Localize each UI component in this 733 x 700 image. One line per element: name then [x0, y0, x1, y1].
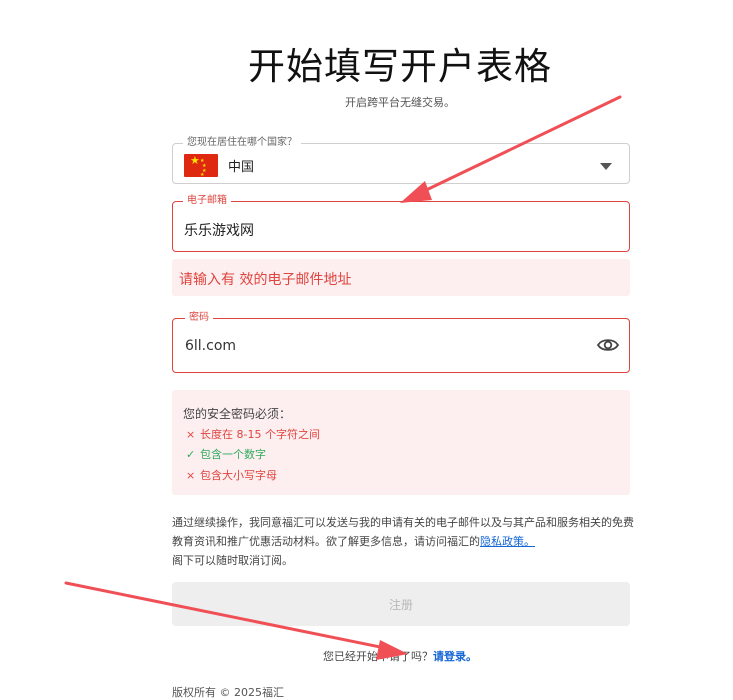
- country-select[interactable]: 您现在居住在哪个国家？ ★ ★ ★ ★ ★ 中国: [172, 137, 630, 184]
- password-requirements: 您的安全密码必须： × 长度在 8-15 个字符之间 ✓ 包含一个数字 × 包含大小写…: [172, 390, 630, 495]
- eye-icon[interactable]: [597, 337, 619, 353]
- check-icon: ✓: [186, 448, 196, 461]
- requirement-text: 包含一个数字: [200, 448, 266, 461]
- privacy-policy-link[interactable]: 隐私政策。: [480, 535, 535, 548]
- email-label: 电子邮箱: [183, 195, 231, 207]
- cross-icon: ×: [186, 469, 196, 482]
- consent-body: 通过继续操作，我同意福汇可以发送与我的申请有关的电子邮件以及与其产品和服务相关的…: [172, 516, 634, 548]
- china-flag-icon: ★ ★ ★ ★ ★: [184, 154, 218, 178]
- password-input[interactable]: 6ll.com: [185, 338, 236, 354]
- consent-tail: 阁下可以随时取消订阅。: [172, 554, 293, 567]
- requirement-case: × 包含大小写字母: [186, 467, 277, 483]
- requirement-length: × 长度在 8-15 个字符之间: [186, 426, 320, 442]
- flag-star: ★: [190, 154, 200, 167]
- page-subtitle: 开启跨平台无缝交易。: [345, 96, 455, 109]
- email-error-text: 请输入有 效的电子邮件地址: [179, 272, 352, 288]
- register-button[interactable]: 注册: [172, 582, 630, 626]
- email-input[interactable]: 乐乐游戏网: [184, 220, 254, 240]
- login-prompt-text: 您已经开始申请了吗？: [323, 650, 433, 663]
- requirement-text: 长度在 8-15 个字符之间: [200, 428, 320, 441]
- country-label: 您现在居住在哪个国家？: [183, 137, 301, 149]
- page-title: 开始填写开户表格: [248, 45, 552, 88]
- email-error-message: 请输入有 效的电子邮件地址: [172, 259, 630, 296]
- consent-text: 通过继续操作，我同意福汇可以发送与我的申请有关的电子邮件以及与其产品和服务相关的…: [172, 513, 638, 570]
- country-value: 中国: [228, 160, 255, 175]
- footer-copyright: 版权所有 © 2025福汇: [172, 686, 284, 699]
- chevron-down-icon[interactable]: [600, 163, 612, 170]
- email-field[interactable]: 电子邮箱 乐乐游戏网: [172, 195, 630, 252]
- login-link[interactable]: 请登录。: [433, 650, 477, 663]
- flag-star-small: ★: [200, 172, 205, 178]
- login-prompt: 您已经开始申请了吗？请登录。: [0, 648, 733, 664]
- password-label: 密码: [185, 312, 213, 324]
- requirement-text: 包含大小写字母: [200, 469, 277, 482]
- requirement-number: ✓ 包含一个数字: [186, 446, 266, 462]
- password-field[interactable]: 密码 6ll.com: [172, 312, 630, 373]
- requirements-heading: 您的安全密码必须：: [183, 407, 292, 421]
- cross-icon: ×: [186, 428, 196, 441]
